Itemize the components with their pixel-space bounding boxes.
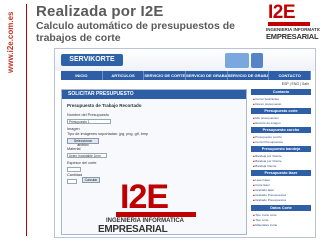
side-menu-header[interactable]: Presupuesto bandeja [251, 146, 311, 152]
field-label: Espesor del corte [67, 161, 97, 165]
nav-item[interactable]: SERVICIO DE CORTE [144, 71, 187, 80]
side-menu-item[interactable]: Mis presupuestos [253, 116, 309, 120]
header-banner-icon [225, 53, 249, 68]
field-hint: Tipo de imágenes soportadas: jpg, png, g… [67, 132, 149, 136]
website-screenshot: SERVIKORTE INICIO ARTICULOS SERVICIO DE … [54, 48, 316, 238]
nav-item[interactable]: CONTACTO [269, 71, 312, 80]
side-menu-item[interactable]: Grabado Presupuestos [253, 198, 309, 202]
side-strip: www.i2e.com.es [0, 0, 26, 240]
form-heading: Presupuesto de Trabajo Recortado [67, 103, 142, 108]
name-input-value: Presupuesto 1 [69, 120, 90, 124]
side-menu-header[interactable]: Datos Corte [251, 205, 311, 211]
side-menu-item[interactable]: Corte láser [253, 183, 309, 187]
quote-panel: SOLICITAR PRESUPUESTO Presupuesto de Tra… [61, 89, 247, 235]
side-menu-item[interactable]: Presupuesto corcho [253, 135, 309, 139]
quantity-input[interactable] [67, 179, 77, 184]
side-menu-header[interactable]: Presupuesto corte [251, 108, 311, 114]
site-nav: INICIO ARTICULOS SERVICIO DE CORTE SERVI… [61, 71, 312, 80]
side-menu-item[interactable]: Nuevo presupuesto [253, 102, 309, 106]
field-label: Imagen [67, 127, 80, 131]
site-header: SERVIKORTE [55, 49, 315, 71]
i2e-logo-large: I2E INGENIERIA INFORMATICA EMPRESARIAL [94, 178, 220, 235]
thickness-input[interactable] [67, 167, 81, 172]
header-banner-icon-2 [251, 53, 263, 68]
side-menu-item[interactable]: Grabado Presupuestos [253, 193, 309, 197]
side-menu-item[interactable]: Cerrar Presupuestos [253, 140, 309, 144]
side-menu-item[interactable]: Bandeja por Cliente [253, 154, 309, 158]
side-menu: Contacto Cerrar Solicitudes Nuevo presup… [251, 89, 311, 235]
side-menu-item[interactable]: Recorte de imagen [253, 121, 309, 125]
panel-title: SOLICITAR PRESUPUESTO [62, 90, 246, 99]
logo-bar [268, 22, 310, 26]
file-select-button[interactable]: Seleccionar archivo [67, 138, 99, 147]
side-menu-item[interactable]: Bandeja Cliente [253, 164, 309, 168]
logo-line2: EMPRESARIAL [266, 32, 319, 41]
name-input[interactable]: Presupuesto 1 [67, 119, 111, 124]
material-select[interactable]: Acero Inoxidable 1mm [67, 153, 107, 158]
slide-title: Realizada por I2E [36, 3, 164, 20]
logo-line2: EMPRESARIAL [98, 224, 168, 235]
material-value: Acero Inoxidable 1mm [69, 154, 101, 158]
language-switch[interactable]: ESP | ENG | Salir [261, 82, 309, 88]
logo-bar [116, 212, 196, 217]
nav-item[interactable]: SERVICIO DE GRABADO LASER [186, 71, 228, 80]
slide-subtitle: Calculo automático de presupuestos de tr… [36, 20, 235, 44]
side-menu-item[interactable]: Laser láser [253, 178, 309, 182]
site-brand[interactable]: SERVIKORTE [61, 54, 123, 66]
field-label: Nombre del Presupuesto [67, 113, 109, 117]
field-label: Material [67, 147, 81, 151]
nav-item[interactable]: INICIO [61, 71, 103, 80]
i2e-logo-small: I2E INGENIERIA INFORMATICA EMPRESARIAL [264, 2, 320, 42]
side-menu-item[interactable]: Tipo Corte corte [253, 213, 309, 217]
logo-mark: I2E [268, 2, 296, 23]
side-url[interactable]: www.i2e.com.es [6, 2, 20, 82]
side-menu-item[interactable]: Tipo corte [253, 218, 309, 222]
side-menu-header[interactable]: Presupuesto láser [251, 170, 311, 176]
side-menu-item[interactable]: Materiales Corte [253, 223, 309, 227]
side-menu-header[interactable]: Presupuesto corcho [251, 127, 311, 133]
side-menu-header[interactable]: Contacto [251, 89, 311, 95]
field-label: Cantidad [67, 173, 83, 177]
divider-line [26, 4, 27, 236]
side-menu-item[interactable]: Grabado láser [253, 188, 309, 192]
side-menu-item[interactable]: Cerrar Solicitudes [253, 97, 309, 101]
nav-item[interactable]: SERVICIO DE GRABADO [228, 71, 270, 80]
nav-item[interactable]: ARTICULOS [103, 71, 145, 80]
side-menu-item[interactable]: Bandeja por Cliente [253, 159, 309, 163]
